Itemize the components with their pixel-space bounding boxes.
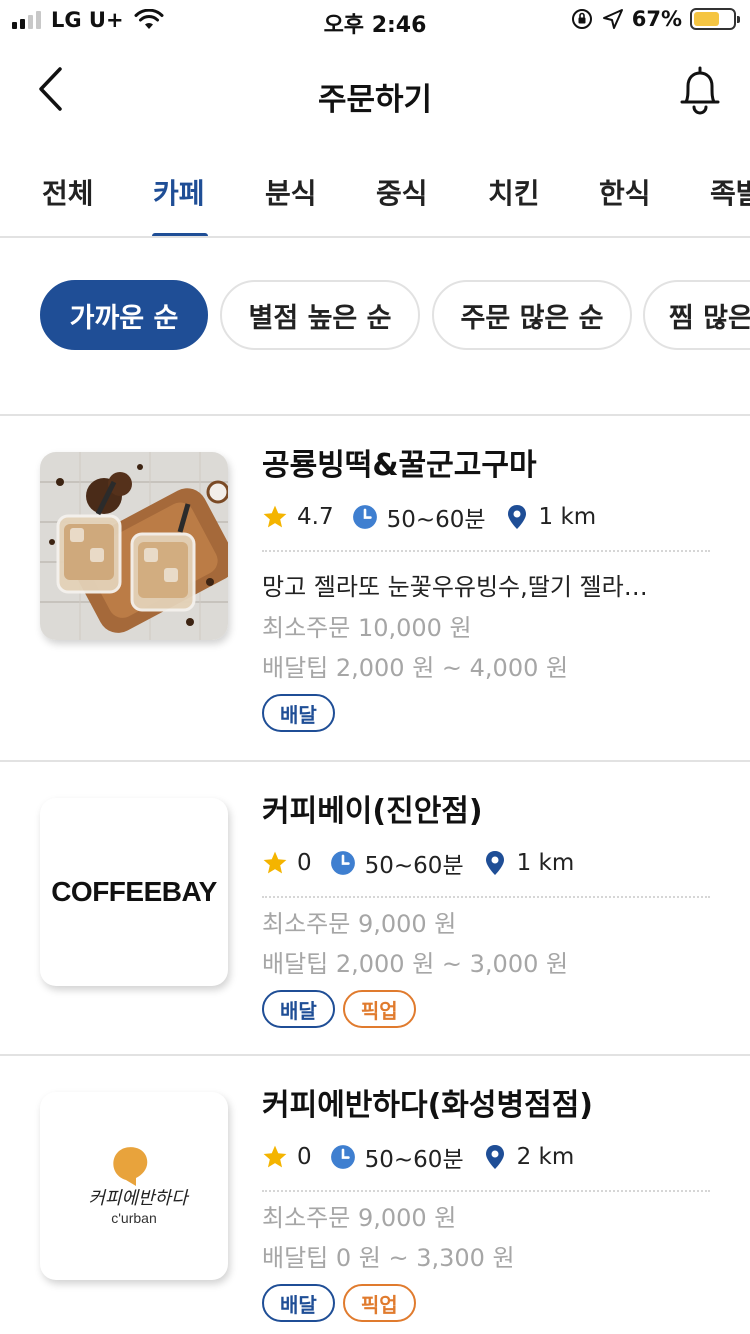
delivery-tip: 배달팁 2,000 원 ~ 3,000 원 xyxy=(262,950,569,978)
tab-korean[interactable]: 한식 xyxy=(599,172,651,212)
active-tab-indicator xyxy=(152,233,208,236)
dotted-divider xyxy=(262,550,710,552)
delivery-badge: 배달 xyxy=(262,990,335,1028)
sort-favorites-chip[interactable]: 찜 많은 순 xyxy=(643,280,750,350)
tab-chinese[interactable]: 중식 xyxy=(376,172,428,212)
logo-sub-text: c'urban xyxy=(111,1210,157,1226)
min-order: 최소주문 10,000 원 xyxy=(262,614,472,642)
tab-chicken[interactable]: 치킨 xyxy=(488,172,540,212)
store-rating: 4.7 xyxy=(297,504,334,530)
delivery-time: 50~60분 xyxy=(364,853,464,879)
coffeebay-logo: COFFEEBAY xyxy=(51,876,217,907)
dotted-divider xyxy=(262,1190,710,1192)
delivery-tip: 배달팁 0 원 ~ 3,300 원 xyxy=(262,1244,515,1272)
sort-options: 가까운 순 별점 높은 순 주문 많은 순 찜 많은 순 xyxy=(0,280,750,350)
tab-all[interactable]: 전체 xyxy=(42,172,94,212)
store-item[interactable]: COFFEEBAY 커피베이(진안점) 0 50~60분 1 km 최소주문 9… xyxy=(0,762,750,1054)
store-thumbnail xyxy=(40,452,228,640)
app-header: 주문하기 xyxy=(0,50,750,140)
sort-orders-chip[interactable]: 주문 많은 순 xyxy=(432,280,632,350)
logo-script-text: 커피에반하다 xyxy=(88,1188,188,1209)
min-order: 최소주문 9,000 원 xyxy=(262,1204,457,1232)
tab-jokbal[interactable]: 족발 xyxy=(710,172,750,212)
store-name: 공룡빙떡&꿀군고구마 xyxy=(262,448,537,483)
pickup-badge: 픽업 xyxy=(342,990,416,1028)
delivery-time: 50~60분 xyxy=(364,1147,464,1173)
store-distance: 2 km xyxy=(516,1144,575,1170)
star-icon xyxy=(262,850,288,876)
rotation-lock-icon xyxy=(571,9,592,29)
clock-icon xyxy=(330,850,356,876)
delivery-tip: 배달팁 2,000 원 ~ 4,000 원 xyxy=(262,654,569,682)
delivery-badge: 배달 xyxy=(262,1284,335,1322)
store-thumbnail: 커피에반하다 c'urban xyxy=(40,1092,228,1280)
min-order: 최소주문 9,000 원 xyxy=(262,910,457,938)
store-distance: 1 km xyxy=(516,850,575,876)
store-name: 커피에반하다(화성병점점) xyxy=(262,1088,594,1123)
delivery-badge: 배달 xyxy=(262,694,335,732)
sort-nearest-chip[interactable]: 가까운 순 xyxy=(40,280,208,350)
notification-button[interactable] xyxy=(672,62,728,118)
clock-icon xyxy=(330,1144,356,1170)
category-tabs: 전체 카페 분식 중식 치킨 한식 족발 xyxy=(0,160,750,238)
location-pin-icon xyxy=(482,1144,508,1170)
location-arrow-icon xyxy=(602,9,623,29)
delivery-time: 50~60분 xyxy=(386,507,486,533)
battery-icon xyxy=(690,8,740,30)
store-rating: 0 xyxy=(297,850,312,876)
tab-cafe[interactable]: 카페 xyxy=(153,172,205,212)
location-pin-icon xyxy=(482,850,508,876)
menu-preview: 망고 젤라또 눈꽃우유빙수,딸기 젤라… xyxy=(262,573,648,601)
dotted-divider xyxy=(262,896,710,898)
page-title: 주문하기 xyxy=(317,82,433,118)
store-rating: 0 xyxy=(297,1144,312,1170)
iced-coffee-photo xyxy=(40,452,228,640)
clock-icon xyxy=(352,504,378,530)
tab-bunsik[interactable]: 분식 xyxy=(265,172,317,212)
store-item[interactable]: 커피에반하다 c'urban 커피에반하다(화성병점점) 0 50~60분 2 … xyxy=(0,1056,750,1334)
pickup-badge: 픽업 xyxy=(342,1284,416,1322)
bell-icon xyxy=(680,66,720,115)
star-icon xyxy=(262,1144,288,1170)
sort-rating-chip[interactable]: 별점 높은 순 xyxy=(220,280,420,350)
battery-percent: 67% xyxy=(631,7,682,31)
star-icon xyxy=(262,504,288,530)
store-name: 커피베이(진안점) xyxy=(262,794,483,829)
store-distance: 1 km xyxy=(538,504,597,530)
location-pin-icon xyxy=(504,504,530,530)
status-bar: LG U+ 오후 2:46 67% xyxy=(0,0,750,40)
store-item[interactable]: 공룡빙떡&꿀군고구마 4.7 50~60분 1 km 망고 젤라또 눈꽃우유빙수… xyxy=(0,416,750,760)
store-thumbnail: COFFEEBAY xyxy=(40,798,228,986)
